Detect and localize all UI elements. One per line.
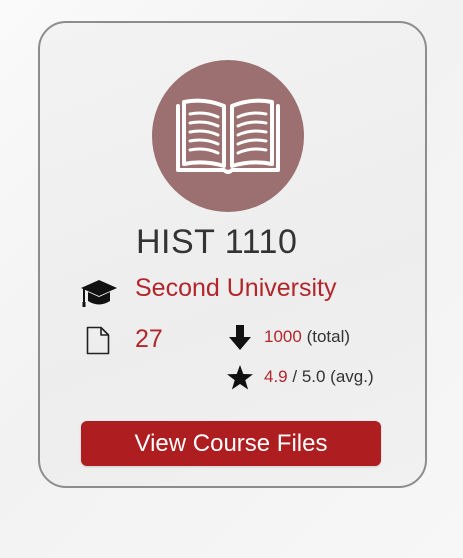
star-icon <box>227 365 253 390</box>
download-count-row: 1000 (total) <box>264 327 350 347</box>
file-icon <box>86 326 110 355</box>
download-count-value: 1000 <box>264 327 302 346</box>
file-count: 27 <box>135 325 163 353</box>
open-book-icon <box>176 98 280 174</box>
rating-row: 4.9 / 5.0 (avg.) <box>264 367 374 387</box>
course-card: HIST 1110 Second University 27 1000 (tot… <box>38 21 427 488</box>
download-arrow-icon <box>229 325 251 350</box>
download-count-suffix: (total) <box>306 327 351 346</box>
rating-value: 4.9 <box>264 367 288 386</box>
course-code-title: HIST 1110 <box>136 223 298 261</box>
course-cover-circle <box>152 60 304 212</box>
graduation-cap-icon <box>81 280 117 307</box>
rating-suffix: / 5.0 (avg.) <box>292 367 374 386</box>
page: HIST 1110 Second University 27 1000 (tot… <box>0 0 463 558</box>
university-name: Second University <box>135 274 337 302</box>
view-course-files-button[interactable]: View Course Files <box>81 421 381 466</box>
